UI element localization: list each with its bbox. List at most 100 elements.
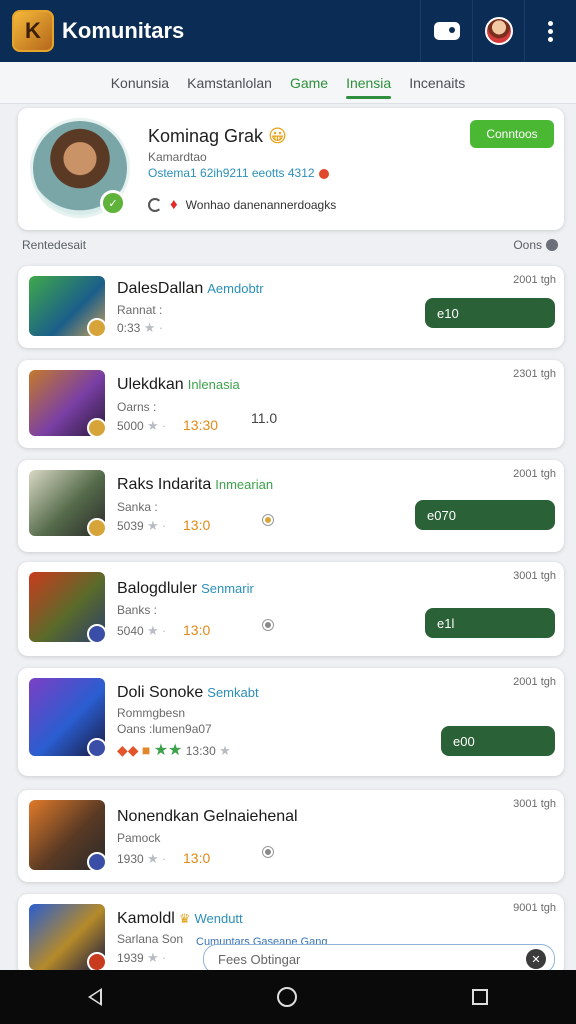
play-button-label: e070 (427, 507, 456, 523)
section-header: Rentedesait Oons (22, 238, 558, 252)
game-title-text: Nonendkan Gelnaiehenal (117, 808, 298, 825)
game-rating-value: 1930 (117, 852, 144, 866)
star-icon: · (162, 418, 167, 433)
game-subtitle-2: Oans :lumen9a07 (117, 722, 212, 736)
star-icon: · (158, 320, 164, 335)
recent-apps-icon[interactable] (472, 989, 489, 1005)
game-emblem-icon (87, 518, 107, 538)
back-icon[interactable] (87, 988, 102, 1006)
game-subtitle: Sarlana Son (117, 932, 184, 946)
game-thumbnail (29, 800, 107, 872)
game-tag: Inmearian (215, 477, 274, 492)
list-item[interactable]: Balogdluler Senmarir Banks : 5040 ★ · 13:… (18, 562, 564, 656)
reward-icon: ◆◆ (117, 742, 139, 758)
system-nav-bar (0, 970, 576, 1024)
tab-kamstanlolan[interactable]: Kamstanlolan (187, 67, 272, 99)
follow-button[interactable]: Conntoos (470, 120, 554, 148)
game-rating: 1930 ★ · (117, 851, 166, 867)
smile-emoji-icon: 😀 (268, 126, 287, 146)
more-menu-button[interactable] (524, 0, 576, 62)
profile-subtitle: Kamardtao (148, 150, 207, 164)
game-title-text: Kamoldl (117, 910, 175, 927)
game-title-text: Balogdluler (117, 580, 198, 597)
game-rating-value: 1939 (117, 951, 144, 965)
game-emblem-icon (87, 624, 107, 644)
game-rating-value: 5040 (117, 624, 144, 638)
crown-icon: ♛ (178, 911, 191, 926)
game-time: 3001 tgh (513, 798, 556, 810)
game-tag: Wendutt (194, 911, 243, 926)
section-title: Rentedesait (22, 238, 87, 252)
game-count: 13:30 (183, 417, 219, 433)
game-time: 2001 tgh (513, 274, 556, 286)
game-title: Raks Indarita Inmearian (117, 476, 273, 494)
list-item[interactable]: Ulekdkan Inlenasia Oarns : 5000 ★ · 13:30… (18, 360, 564, 448)
game-tag: Semkabt (207, 685, 259, 700)
game-subtitle: Oarns : (117, 400, 157, 414)
play-button-label: e10 (437, 305, 459, 321)
tab-incenaits[interactable]: Incenaits (409, 67, 465, 99)
game-rating-value: 13:30 (185, 744, 216, 758)
section-options[interactable]: Oons (513, 238, 558, 252)
reward-icon: ■ (141, 742, 151, 758)
profile-avatar-button[interactable] (472, 0, 524, 62)
gamepad-button[interactable] (420, 0, 472, 62)
game-emblem-icon (87, 852, 107, 872)
list-item[interactable]: Raks Indarita Inmearian Sanka : 5039 ★ · … (18, 460, 564, 552)
app-title: Komunitars (62, 18, 185, 43)
profile-activity: ♦ Wonhao danenannerdoagks (148, 196, 336, 213)
game-thumbnail (29, 678, 107, 758)
badge-icon (263, 847, 273, 857)
play-button[interactable]: e10 (425, 298, 555, 328)
game-rating-value: 5000 (117, 419, 144, 433)
game-tag: Senmarir (201, 581, 254, 596)
game-subtitle: Pamock (117, 831, 161, 845)
logo-letter: K (25, 18, 41, 43)
game-subtitle: Sanka : (117, 500, 158, 514)
profile-stats-text: Ostema1 62ih9211 eeotts 4312 (148, 166, 315, 180)
play-button[interactable]: e1l (425, 608, 555, 638)
top-app-bar: K Komunitars (0, 0, 576, 62)
refresh-icon (148, 197, 162, 212)
star-icon: · (162, 518, 167, 533)
home-icon[interactable] (276, 987, 297, 1007)
fire-icon (318, 168, 329, 179)
game-title: Balogdluler Senmarir (117, 580, 254, 598)
game-time: 2001 tgh (513, 676, 556, 688)
verified-badge-icon: ✓ (100, 190, 126, 216)
game-title: Ulekdkan Inlenasia (117, 376, 240, 394)
game-tag: Inlenasia (187, 377, 240, 392)
profile-name-text: Kominag Grak (148, 126, 264, 146)
game-thumbnail (29, 276, 107, 338)
list-item[interactable]: Nonendkan Gelnaiehenal Pamock 1930 ★ · 1… (18, 790, 564, 882)
game-title-text: Doli Sonoke (117, 684, 204, 701)
star-icon: ★★ (153, 742, 183, 759)
game-thumbnail (29, 904, 107, 972)
game-count: 13:0 (183, 850, 211, 866)
game-thumbnail (29, 370, 107, 438)
game-reward-row: ◆◆ ■ ★★ 13:30 ★ (117, 740, 231, 760)
play-button[interactable]: e00 (441, 726, 555, 756)
game-time: 9001 tgh (513, 902, 556, 914)
list-item[interactable]: Doli Sonoke Semkabt Rommgbesn Oans :lumen… (18, 668, 564, 776)
tab-game[interactable]: Game (290, 67, 328, 99)
star-icon: · (162, 950, 167, 965)
game-title: DalesDallan Aemdobtr (117, 280, 264, 298)
clear-icon[interactable]: ✕ (526, 949, 546, 969)
tab-konunsia[interactable]: Konunsia (111, 67, 169, 99)
profile-stats: Ostema1 62ih9211 eeotts 4312 (148, 166, 329, 180)
tab-inensia[interactable]: Inensia (346, 67, 392, 99)
game-time: 2301 tgh (513, 368, 556, 380)
game-emblem-icon (87, 418, 107, 438)
play-button[interactable]: e070 (415, 500, 555, 530)
play-button-label: e00 (453, 733, 475, 749)
game-time: 2001 tgh (513, 468, 556, 480)
game-tag: Aemdobtr (207, 281, 264, 296)
list-item[interactable]: DalesDallan Aemdobtr Rannat : 0:33 ★ · 20… (18, 266, 564, 348)
game-title: Nonendkan Gelnaiehenal (117, 808, 298, 826)
settings-icon (546, 239, 558, 251)
game-rating: 1939 ★ · (117, 950, 166, 966)
game-rating: 0:33 ★ · (117, 320, 163, 336)
app-logo[interactable]: K (12, 10, 54, 52)
star-icon: ★ (147, 851, 159, 866)
